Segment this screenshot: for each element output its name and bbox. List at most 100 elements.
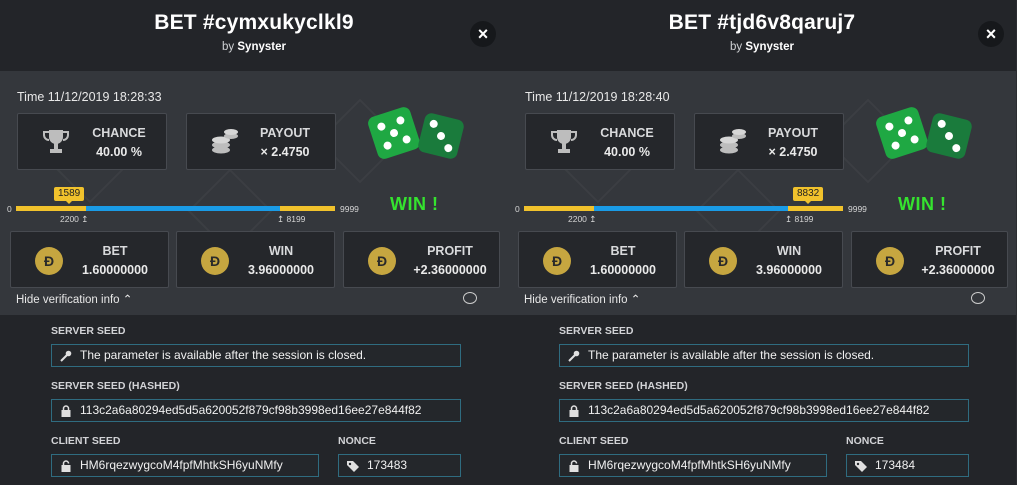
result-text: WIN ! (898, 194, 947, 214)
bet-author: by Synyster (508, 41, 1016, 53)
bet-label: BET (610, 244, 636, 258)
chance-label: CHANCE (600, 126, 654, 140)
coins-icon (212, 129, 238, 154)
client-seed-field[interactable]: HM6rqezwygcoM4fpfMhtkSH6yuNMfy (51, 454, 319, 477)
dogecoin-icon: Đ (543, 247, 571, 275)
client-seed-field[interactable]: HM6rqezwygcoM4fpfMhtkSH6yuNMfy (559, 454, 827, 477)
payout-card: PAYOUT × 2.4750 (186, 113, 336, 170)
win-amount-card: Đ WIN 3.96000000 (684, 231, 843, 288)
profit-value: +2.36000000 (413, 263, 487, 277)
win-value: 3.96000000 (247, 263, 315, 277)
key-icon (568, 350, 580, 362)
range-bar-mid (594, 206, 788, 211)
bet-value: 1.60000000 (589, 263, 657, 277)
range-bar-high (280, 206, 335, 211)
chance-card: CHANCE 40.00 % (17, 113, 167, 170)
chance-label: CHANCE (92, 126, 146, 140)
high-tick: ↥ 8199 (277, 214, 306, 224)
payout-card: PAYOUT × 2.4750 (694, 113, 844, 170)
bet-author: by Synyster (0, 41, 508, 53)
roll-marker: 8832 (793, 187, 824, 204)
server-seed-label: SERVER SEED (559, 325, 634, 337)
trophy-icon (551, 130, 577, 153)
nonce-label: NONCE (338, 435, 376, 447)
range-max: 9999 (340, 204, 359, 214)
unlock-icon (569, 460, 579, 472)
range-bar-low (524, 206, 594, 211)
range-max: 9999 (848, 204, 867, 214)
chat-icon[interactable] (463, 292, 477, 304)
unlock-icon (61, 460, 71, 472)
hide-verification-link[interactable]: Hide verification info ⌃ (524, 292, 640, 306)
dogecoin-icon: Đ (201, 247, 229, 275)
low-tick: 2200 ↥ (60, 214, 89, 224)
profit-label: PROFIT (935, 244, 981, 258)
coins-icon (720, 129, 746, 154)
range-bar-low (16, 206, 86, 211)
dogecoin-icon: Đ (368, 247, 396, 275)
dogecoin-icon: Đ (709, 247, 737, 275)
bet-value: 1.60000000 (81, 263, 149, 277)
high-tick: ↥ 8199 (785, 214, 814, 224)
chance-card: CHANCE 40.00 % (525, 113, 675, 170)
server-seed-field[interactable]: The parameter is available after the ses… (559, 344, 969, 367)
trophy-icon (43, 130, 69, 153)
bet-panel-right: BET #tjd6v8qaruj7 by Synyster × Time 11/… (508, 0, 1016, 485)
profit-card: Đ PROFIT +2.36000000 (343, 231, 500, 288)
panel-header: BET #tjd6v8qaruj7 by Synyster × (508, 0, 1016, 71)
bet-amount-card: Đ BET 1.60000000 (518, 231, 677, 288)
chance-value: 40.00 % (604, 145, 650, 159)
payout-value: × 2.4750 (768, 145, 818, 159)
server-seed-field[interactable]: The parameter is available after the ses… (51, 344, 461, 367)
server-seed-hashed-label: SERVER SEED (HASHED) (51, 380, 180, 392)
tag-icon (347, 461, 359, 472)
range-bar-high (788, 206, 843, 211)
range-bar-mid (86, 206, 280, 211)
range-min: 0 (7, 204, 12, 214)
bet-amount-card: Đ BET 1.60000000 (10, 231, 169, 288)
server-seed-hashed-field[interactable]: 113c2a6a80294ed5d5a620052f879cf98b3998ed… (559, 399, 969, 422)
payout-label: PAYOUT (259, 126, 310, 140)
lock-icon (61, 405, 71, 417)
server-seed-hashed-label: SERVER SEED (HASHED) (559, 380, 688, 392)
win-label: WIN (268, 244, 294, 258)
nonce-field[interactable]: 173483 (338, 454, 461, 477)
chat-icon[interactable] (971, 292, 985, 304)
result-text: WIN ! (390, 194, 439, 214)
tag-icon (855, 461, 867, 472)
profit-label: PROFIT (427, 244, 473, 258)
client-seed-label: CLIENT SEED (51, 435, 121, 447)
payout-label: PAYOUT (767, 126, 818, 140)
panel-header: BET #cymxukyclkl9 by Synyster × (0, 0, 508, 71)
payout-value: × 2.4750 (260, 145, 310, 159)
verification-section: SERVER SEED The parameter is available a… (508, 315, 1016, 485)
author-name[interactable]: Synyster (745, 41, 794, 53)
win-value: 3.96000000 (755, 263, 823, 277)
win-label: WIN (776, 244, 802, 258)
by-label: by (222, 41, 235, 53)
profit-card: Đ PROFIT +2.36000000 (851, 231, 1008, 288)
range-min: 0 (515, 204, 520, 214)
close-icon[interactable]: × (470, 21, 496, 47)
verification-section: SERVER SEED The parameter is available a… (0, 315, 508, 485)
by-label: by (730, 41, 743, 53)
server-seed-label: SERVER SEED (51, 325, 126, 337)
lock-icon (569, 405, 579, 417)
nonce-label: NONCE (846, 435, 884, 447)
bet-title: BET #cymxukyclkl9 (154, 11, 354, 34)
server-seed-hashed-field[interactable]: 113c2a6a80294ed5d5a620052f879cf98b3998ed… (51, 399, 461, 422)
profit-value: +2.36000000 (921, 263, 995, 277)
chance-value: 40.00 % (96, 145, 142, 159)
nonce-field[interactable]: 173484 (846, 454, 969, 477)
author-name[interactable]: Synyster (237, 41, 286, 53)
close-icon[interactable]: × (978, 21, 1004, 47)
dogecoin-icon: Đ (876, 247, 904, 275)
key-icon (60, 350, 72, 362)
low-tick: 2200 ↥ (568, 214, 597, 224)
hide-verification-link[interactable]: Hide verification info ⌃ (16, 292, 132, 306)
client-seed-label: CLIENT SEED (559, 435, 629, 447)
bet-label: BET (102, 244, 128, 258)
bet-panel-left: BET #cymxukyclkl9 by Synyster × Time 11/… (0, 0, 508, 485)
dogecoin-icon: Đ (35, 247, 63, 275)
roll-marker: 1589 (54, 187, 85, 204)
